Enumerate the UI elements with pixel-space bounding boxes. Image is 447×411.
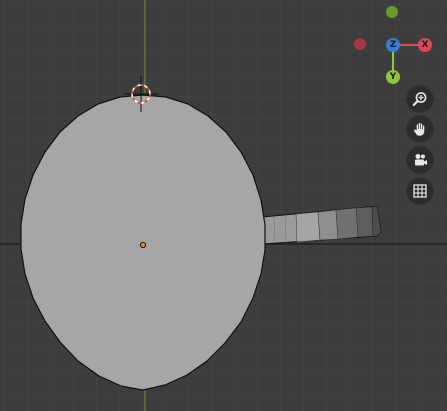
- camera-icon: [415, 154, 427, 166]
- gizmo-z-axis[interactable]: Z: [386, 38, 400, 52]
- pan-button[interactable]: [407, 116, 433, 142]
- pan-hand-icon: [413, 122, 425, 137]
- zoom-icon: [412, 92, 427, 107]
- object-origin: [139, 241, 147, 249]
- ortho-toggle-button[interactable]: [407, 178, 433, 204]
- gizmo-neg-x-dot[interactable]: [354, 38, 366, 50]
- gizmo-neg-z-dot[interactable]: [386, 6, 398, 18]
- gizmo-y-axis[interactable]: Y: [386, 70, 400, 84]
- zoom-button[interactable]: [407, 86, 433, 112]
- camera-view-button[interactable]: [407, 147, 433, 173]
- gizmo-x-axis[interactable]: X: [418, 38, 432, 52]
- 3d-viewport[interactable]: Z X Y: [0, 0, 447, 411]
- navigation-gizmo[interactable]: Z X Y: [350, 0, 447, 90]
- grid-ortho-icon: [413, 184, 427, 198]
